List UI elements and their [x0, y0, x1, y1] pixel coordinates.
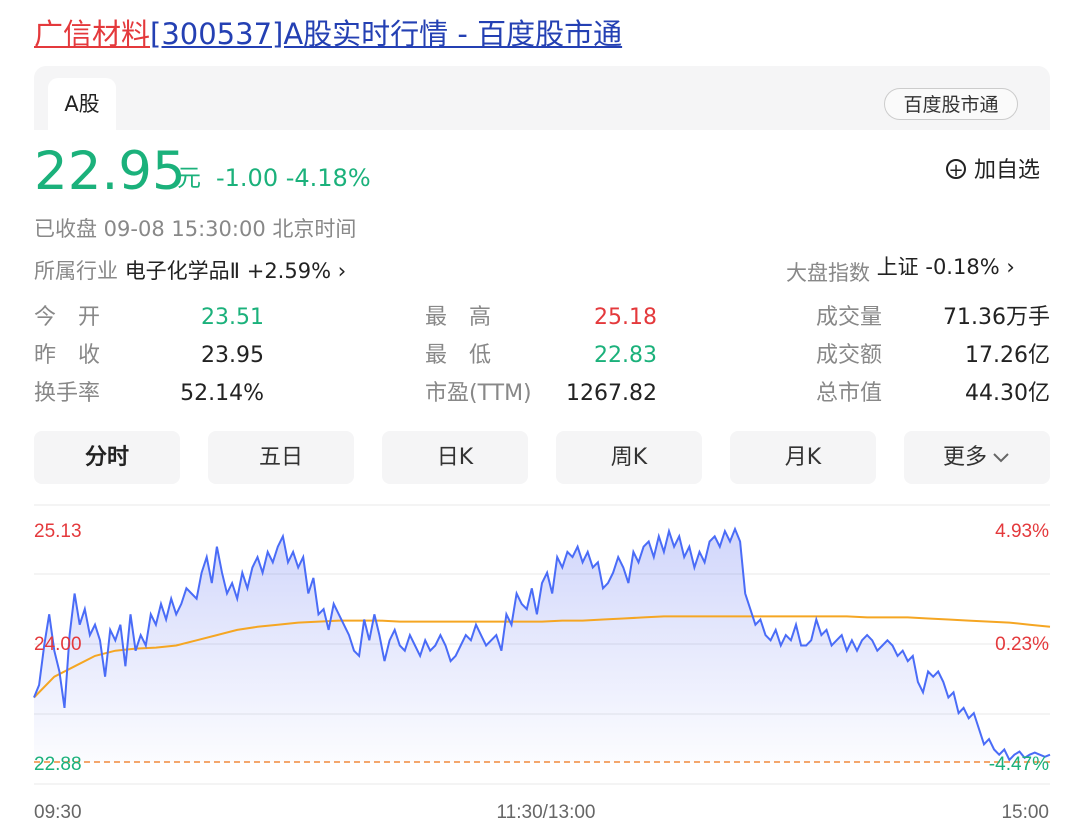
- stat-label: 成交量: [816, 305, 883, 330]
- x-label-open: 09:30: [34, 802, 82, 823]
- y-right-bottom: -4.47%: [989, 754, 1049, 775]
- stat-label: 换手率: [34, 381, 101, 406]
- y-left-bottom: 22.88: [34, 754, 82, 775]
- stat-label: 今 开: [34, 305, 101, 330]
- market-index-label: 大盘指数: [786, 261, 870, 285]
- stat-label: 最 低: [425, 343, 492, 368]
- stat-label: 最 高: [425, 305, 492, 330]
- baidu-stock-badge[interactable]: 百度股市通: [884, 88, 1018, 120]
- stat-volume: 71.36万手: [943, 305, 1050, 330]
- stat-turnover: 17.26亿: [965, 343, 1050, 368]
- industry-change: +2.59%: [246, 259, 332, 283]
- stat-turnover-rate: 52.14%: [180, 381, 264, 406]
- y-right-top: 4.93%: [995, 521, 1049, 542]
- intraday-chart[interactable]: 25.13 24.00 22.88 4.93% 0.23% -4.47% 09:…: [0, 500, 1080, 831]
- chevron-down-icon: [993, 453, 1009, 463]
- stat-prev-close: 23.95: [201, 343, 264, 368]
- price-area: [34, 529, 1050, 762]
- tab-more[interactable]: 更多: [904, 431, 1050, 484]
- industry-name: 电子化学品Ⅱ: [124, 259, 241, 283]
- stat-market-cap: 44.30亿: [965, 381, 1050, 406]
- market-status: 已收盘 09-08 15:30:00 北京时间: [34, 217, 357, 241]
- stat-label: 成交额: [816, 343, 883, 368]
- tab-weekly-k[interactable]: 周K: [556, 431, 702, 484]
- stat-open: 23.51: [201, 305, 264, 330]
- stat-low: 22.83: [594, 343, 657, 368]
- y-left-top: 25.13: [34, 521, 82, 542]
- x-label-close: 15:00: [1001, 802, 1049, 823]
- industry-row[interactable]: 所属行业 电子化学品Ⅱ +2.59% ›: [34, 256, 346, 286]
- price-unit: 元: [177, 164, 201, 192]
- stat-label: 总市值: [816, 381, 883, 406]
- market-index-row[interactable]: 大盘指数 上证 -0.18% ›: [786, 252, 1015, 285]
- y-left-mid: 24.00: [34, 634, 82, 655]
- chevron-right-icon: ›: [337, 259, 347, 283]
- stat-pe: 1267.82: [566, 381, 657, 406]
- x-label-noon: 11:30/13:00: [497, 802, 596, 823]
- tab-intraday[interactable]: 分时: [34, 431, 180, 484]
- add-watchlist-label: 加自选: [974, 158, 1041, 183]
- add-watchlist-button[interactable]: + 加自选: [946, 156, 1040, 186]
- chevron-right-icon: ›: [1006, 255, 1015, 279]
- y-right-mid: 0.23%: [995, 634, 1049, 655]
- tab-monthly-k[interactable]: 月K: [730, 431, 876, 484]
- industry-label: 所属行业: [34, 259, 118, 283]
- tab-a-share[interactable]: A股: [48, 78, 116, 130]
- tab-daily-k[interactable]: 日K: [382, 431, 528, 484]
- stock-name[interactable]: 广信材料: [34, 17, 150, 51]
- stat-label: 市盈(TTM): [425, 381, 532, 406]
- title-rest[interactable]: [300537]A股实时行情 - 百度股市通: [150, 17, 622, 51]
- price-change: -1.00 -4.18%: [216, 164, 371, 192]
- tab-five-day[interactable]: 五日: [208, 431, 354, 484]
- more-label: 更多: [942, 445, 987, 470]
- market-index-value: 上证 -0.18%: [876, 255, 1000, 279]
- stat-high: 25.18: [594, 305, 657, 330]
- page-title-link[interactable]: 广信材料[300537]A股实时行情 - 百度股市通: [34, 14, 622, 54]
- current-price: 22.95: [34, 141, 186, 202]
- plus-circle-icon: +: [946, 159, 966, 180]
- stat-label: 昨 收: [34, 343, 101, 368]
